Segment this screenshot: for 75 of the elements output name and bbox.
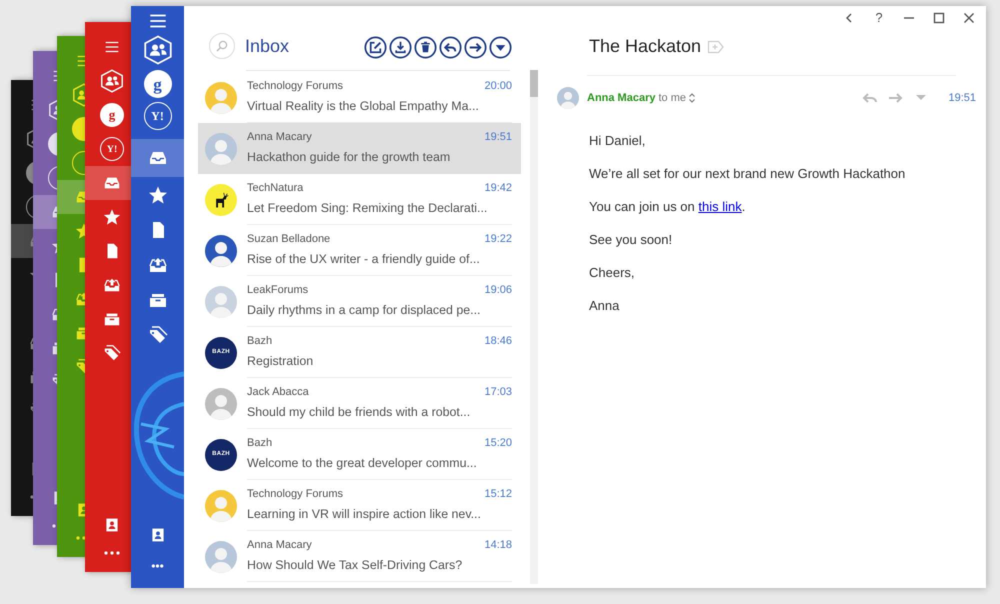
message-item[interactable]: Technology Forums 15:12 Learning in VR will inspire action like nev... (198, 480, 521, 531)
message-time: 18:46 (484, 334, 512, 350)
message-subject: Hackathon guide for the growth team (247, 148, 452, 166)
reply-icon (439, 36, 462, 59)
trash-icon (414, 36, 437, 59)
download-icon (389, 36, 412, 59)
body-text: Hi Daniel, (589, 132, 646, 150)
message-subject: Registration (247, 352, 314, 370)
message-item[interactable]: Suzan Belladone 19:22 Rise of the UX writer - a friendly guide of... (198, 225, 521, 276)
sender-name: Anna Macary (247, 538, 312, 554)
maximize-icon (933, 12, 945, 24)
sort-arrows-icon (688, 92, 696, 104)
trash-button[interactable] (414, 36, 437, 59)
dropdown-button[interactable] (489, 36, 512, 59)
message-time: 19:06 (484, 283, 512, 298)
sender-name: Anna Macary (247, 130, 312, 146)
message-time: 19:51 (484, 130, 512, 146)
forward-icon (887, 91, 904, 105)
link[interactable]: this link (698, 199, 742, 214)
body-text: Cheers, (589, 264, 636, 282)
message-item[interactable]: Jack Abacca 17:03 Should my child be friends with a robot... (198, 378, 521, 429)
message-item[interactable]: Anna Macary 14:18 How Should We Tax Self-Driving Cars? (198, 531, 521, 582)
message-time: 19:22 (484, 232, 512, 248)
tag-plus-icon (707, 40, 726, 54)
message-item[interactable]: TechNatura 19:42 Let Freedom Sing: Remixing the Declarati... (198, 174, 521, 225)
sender-name: Technology Forums (247, 79, 343, 94)
message-item[interactable]: LeakForums 19:06 Daily rhythms in a camp for displaced pe... (198, 276, 521, 327)
message-subject: How Should We Tax Self-Driving Cars? (247, 556, 464, 574)
tags-icon (148, 324, 168, 344)
compose-button[interactable] (364, 36, 387, 59)
message-time: 15:20 (484, 436, 512, 452)
help-button[interactable]: ? (868, 7, 890, 29)
message-subject: Daily rhythms in a camp for displaced pe... (247, 302, 482, 319)
message-subject: Welcome to the great developer commu... (247, 454, 478, 472)
sender-name: Bazh (247, 436, 272, 452)
sender-name: TechNatura (247, 181, 304, 196)
sender-name: Bazh (247, 334, 272, 350)
sender-name: Anna Macary (587, 90, 656, 106)
message-time: 19:42 (484, 181, 512, 196)
compose-icon (364, 36, 387, 59)
folder-item[interactable] (131, 139, 184, 177)
download-button[interactable] (389, 36, 412, 59)
caret-icon (489, 36, 512, 59)
scrollbar-thumb[interactable] (530, 70, 538, 97)
message-time: 15:12 (484, 487, 512, 502)
message-subject: Rise of the UX writer - a friendly guide of... (247, 250, 481, 268)
message-item[interactable]: Anna Macary 19:51 Hackathon guide for the growth team (198, 123, 521, 174)
message-subject: Learning in VR will inspire action like nev... (247, 506, 482, 523)
forward-button[interactable] (464, 36, 487, 59)
body-text: Anna (589, 297, 620, 315)
body-text: You can join us on this link. (589, 198, 746, 216)
email-subject: The Hackaton (589, 36, 702, 58)
sender-name: LeakForums (247, 283, 308, 298)
recipient-label: to me (658, 90, 686, 106)
people-icon (142, 35, 172, 65)
message-subject: Should my child be friends with a robot... (247, 404, 472, 421)
reply-button[interactable] (439, 36, 462, 59)
folder-title: Inbox (245, 35, 290, 58)
body-text: We’re all set for our next brand new Growth Hackathon (589, 165, 906, 183)
message-subject: Let Freedom Sing: Remixing the Declarati... (247, 200, 488, 217)
message-time: 17:03 (484, 385, 512, 400)
email-time: 19:51 (948, 90, 976, 106)
contact-card-icon (150, 527, 166, 543)
message-subject: Virtual Reality is the Global Empathy Ma... (247, 98, 480, 115)
sender-name: Technology Forums (247, 487, 343, 502)
message-time: 20:00 (484, 79, 512, 94)
sender-name: Jack Abacca (247, 385, 309, 400)
forward-icon (464, 36, 487, 59)
reply-icon (861, 91, 878, 105)
sender-name: Suzan Belladone (247, 232, 330, 248)
message-time: 14:18 (484, 538, 512, 554)
body-text: See you soon! (589, 231, 674, 249)
star-icon (148, 184, 168, 204)
close-icon (963, 12, 975, 24)
search-icon (215, 39, 229, 53)
